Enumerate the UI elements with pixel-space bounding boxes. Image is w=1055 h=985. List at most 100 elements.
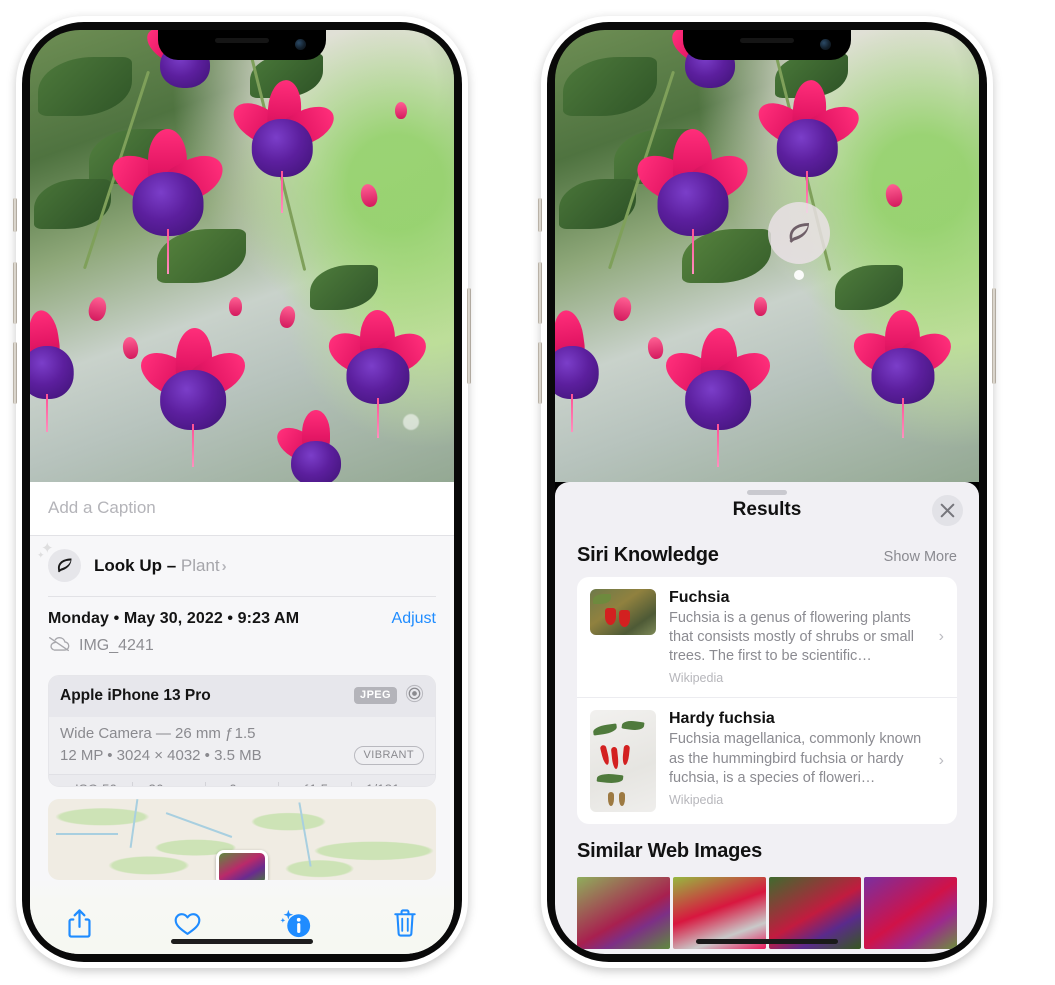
- photo-info-sheet: Add a Caption ✦ ✦ Look Up – Plant › Mond…: [30, 482, 454, 954]
- caption-field[interactable]: Add a Caption: [30, 482, 454, 536]
- knowledge-card-thumbnail: [590, 589, 656, 635]
- siri-knowledge-card-list: Fuchsia Fuchsia is a genus of flowering …: [577, 577, 957, 825]
- camera-info-card[interactable]: Apple iPhone 13 Pro JPEG Wide Camera — 2…: [48, 674, 436, 788]
- flower-bud: [754, 296, 768, 316]
- visual-look-up-anchor-dot: [794, 270, 804, 280]
- knowledge-card-title: Hardy fuchsia: [669, 710, 775, 728]
- flower-shape: [611, 746, 620, 770]
- section-title: Siri Knowledge: [577, 544, 719, 566]
- results-title: Results: [732, 499, 802, 520]
- photo-metadata: Monday • May 30, 2022 • 9:23 AM Adjust I…: [30, 597, 454, 665]
- leaf-shape: [596, 772, 623, 784]
- map-photo-pin[interactable]: [216, 850, 268, 881]
- knowledge-card[interactable]: Hardy fuchsia Fuchsia magellanica, commo…: [577, 697, 957, 824]
- chevron-right-icon: ›: [938, 752, 944, 770]
- power-button[interactable]: [992, 288, 996, 384]
- look-up-row[interactable]: ✦ ✦ Look Up – Plant ›: [30, 536, 454, 596]
- earpiece-speaker: [215, 38, 269, 43]
- fuchsia-flower: [751, 78, 865, 213]
- aperture-icon: [405, 684, 424, 708]
- knowledge-card-description: Fuchsia magellanica, commonly known as t…: [669, 731, 922, 786]
- close-icon[interactable]: [932, 495, 963, 526]
- knowledge-card-source: Wikipedia: [669, 792, 724, 807]
- camera-card-header: Apple iPhone 13 Pro JPEG: [49, 675, 435, 717]
- volume-up-button[interactable]: [13, 262, 17, 324]
- share-button[interactable]: [56, 900, 102, 946]
- fuchsia-flower: [555, 308, 614, 432]
- exif-iso: ISO 50: [60, 782, 132, 786]
- knowledge-card[interactable]: Fuchsia Fuchsia is a genus of flowering …: [577, 577, 957, 697]
- format-badge: JPEG: [354, 687, 397, 705]
- fuchsia-flower: [658, 327, 778, 468]
- flower-shape: [619, 791, 626, 806]
- web-image-1[interactable]: [577, 877, 670, 950]
- similar-web-images-header: Similar Web Images: [555, 824, 979, 869]
- photo-viewer[interactable]: [30, 30, 454, 482]
- icloud-slash-icon: [48, 636, 70, 657]
- screenshot-root: Add a Caption ✦ ✦ Look Up – Plant › Mond…: [0, 0, 1055, 985]
- fuchsia-flower: [322, 310, 433, 438]
- volume-up-button[interactable]: [538, 262, 542, 324]
- exif-exposure-bias: 0 ev: [206, 782, 278, 786]
- exif-focal-length: 26 mm: [133, 782, 205, 786]
- look-up-prefix: Look Up –: [94, 555, 181, 575]
- flower-bud: [394, 102, 407, 120]
- lens-info: Wide Camera — 26 mm ƒ 1.5: [60, 724, 256, 742]
- front-camera: [820, 39, 831, 50]
- knowledge-card-source: Wikipedia: [669, 671, 724, 686]
- exif-aperture: ƒ1.5: [279, 782, 351, 786]
- exif-shutter-speed: 1/181 s: [352, 782, 424, 786]
- home-indicator[interactable]: [696, 939, 838, 944]
- map-road: [55, 833, 118, 836]
- leaf-shape: [592, 593, 611, 604]
- front-camera: [295, 39, 306, 50]
- flower-shape: [599, 744, 611, 766]
- leaf-shape: [592, 723, 618, 736]
- exif-row: ISO 50 26 mm 0 ev ƒ1.5 1/181 s: [49, 773, 435, 787]
- leaf-shape: [621, 719, 645, 732]
- home-indicator[interactable]: [171, 939, 313, 944]
- flower-bud: [229, 296, 243, 316]
- web-image-4[interactable]: [864, 877, 957, 950]
- silent-switch[interactable]: [538, 198, 542, 232]
- left-iphone-device: Add a Caption ✦ ✦ Look Up – Plant › Mond…: [13, 16, 471, 968]
- camera-card-body: Wide Camera — 26 mm ƒ 1.5 12 MP • 3024 ×…: [49, 716, 435, 774]
- right-phone-screen: Results Siri Knowledge Show More Fuchsia…: [555, 30, 979, 954]
- camera-device-name: Apple iPhone 13 Pro: [60, 686, 211, 704]
- fuchsia-flower: [30, 308, 89, 432]
- knowledge-card-description: Fuchsia is a genus of flowering plants t…: [669, 610, 914, 665]
- fuchsia-flower: [133, 327, 253, 468]
- notch: [683, 30, 851, 60]
- map-road: [129, 799, 139, 848]
- flower-shape: [619, 610, 631, 628]
- delete-button[interactable]: [382, 900, 428, 946]
- photo-filename: IMG_4241: [79, 637, 154, 655]
- right-iphone-device: Results Siri Knowledge Show More Fuchsia…: [538, 16, 996, 968]
- earpiece-speaker: [740, 38, 794, 43]
- look-up-label: Look Up – Plant ›: [94, 556, 227, 576]
- map-road: [298, 802, 312, 868]
- adjust-button[interactable]: Adjust: [392, 610, 436, 628]
- photo-viewer[interactable]: [555, 30, 979, 482]
- show-more-button[interactable]: Show More: [884, 549, 957, 565]
- flower-shape: [608, 791, 615, 806]
- silent-switch[interactable]: [13, 198, 17, 232]
- flower-shape: [621, 744, 631, 766]
- flower-shape: [604, 608, 616, 626]
- map-road: [166, 811, 233, 838]
- fuchsia-flower: [105, 129, 231, 275]
- location-map[interactable]: [48, 799, 436, 881]
- volume-down-button[interactable]: [538, 342, 542, 404]
- fuchsia-flower: [226, 78, 340, 213]
- power-button[interactable]: [467, 288, 471, 384]
- fuchsia-flower: [271, 409, 357, 482]
- left-phone-screen: Add a Caption ✦ ✦ Look Up – Plant › Mond…: [30, 30, 454, 954]
- look-up-subject: Plant: [180, 555, 220, 575]
- notch: [158, 30, 326, 60]
- visual-look-up-badge[interactable]: [768, 202, 830, 264]
- volume-down-button[interactable]: [13, 342, 17, 404]
- chevron-right-icon: ›: [221, 557, 227, 575]
- knowledge-card-thumbnail: [590, 710, 656, 813]
- sparkle-icon-small: ✦: [37, 550, 45, 560]
- image-specs: 12 MP • 3024 × 4032 • 3.5 MB: [60, 746, 262, 764]
